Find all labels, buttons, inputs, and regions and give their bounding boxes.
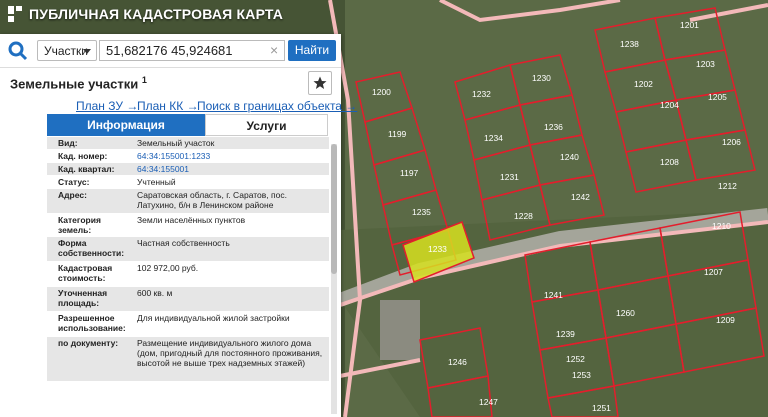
- map-logo-icon: [8, 6, 22, 22]
- chevron-down-icon: [83, 49, 91, 54]
- row-value: Размещение индивидуального жилого дома (…: [137, 338, 323, 368]
- search-input[interactable]: [99, 40, 285, 61]
- star-icon: [313, 76, 327, 89]
- favorite-button[interactable]: [308, 71, 332, 95]
- parcel-number-label: 1204: [660, 100, 679, 110]
- table-row: Адрес: Саратовская область, г. Саратов, п…: [47, 189, 329, 214]
- row-key: Форма собственности:: [58, 238, 125, 258]
- parcel-number-label: 1197: [400, 168, 419, 178]
- table-row: Кад. квартал: 64:34:155001: [47, 163, 329, 176]
- row-key: Разрешенное использование:: [58, 313, 126, 333]
- parcel-number-label: 1232: [472, 89, 491, 99]
- row-value: Саратовская область, г. Саратов, пос. Ла…: [137, 190, 287, 210]
- parcel-number-label: 1235: [412, 207, 431, 217]
- row-key: Категория земель:: [58, 215, 101, 235]
- app-title: ПУБЛИЧНАЯ КАДАСТРОВАЯ КАРТА: [29, 6, 284, 22]
- parcel-number-label: 1231: [500, 172, 519, 182]
- table-row: Кадастровая стоимость: 102 972,00 руб.: [47, 262, 329, 287]
- parcel-number-label: 1240: [560, 152, 579, 162]
- row-key: Адрес:: [58, 190, 87, 200]
- row-key: Кад. номер:: [58, 151, 108, 161]
- parcel-number-label: 1234: [484, 133, 503, 143]
- parcel-number-label: 1252: [566, 354, 585, 364]
- parcel-number-label: 1205: [708, 92, 727, 102]
- row-value: Учтенный: [137, 177, 176, 187]
- plan-zu-link[interactable]: План ЗУ →: [76, 99, 138, 113]
- parcel-number-label: 1236: [544, 122, 563, 132]
- row-key: Уточненная площадь:: [58, 288, 108, 308]
- row-key: Вид:: [58, 138, 78, 148]
- row-value[interactable]: 64:34:155001:1233: [133, 150, 329, 162]
- row-key: Кад. квартал:: [58, 164, 115, 174]
- parcel-number-label: 1260: [616, 308, 635, 318]
- parcel-number-label: 1206: [722, 137, 741, 147]
- parcel-number-label: 1239: [556, 329, 575, 339]
- scrollbar-thumb[interactable]: [331, 144, 337, 274]
- parcel-number-label: 1210: [712, 221, 731, 231]
- table-row: Кад. номер: 64:34:155001:1233: [47, 150, 329, 163]
- table-row: Статус: Учтенный: [47, 176, 329, 189]
- parcel-number-label: 1202: [634, 79, 653, 89]
- row-value: Земельный участок: [137, 138, 215, 148]
- parcel-number-label: 1209: [716, 315, 735, 325]
- table-row: Категория земель: Земли населённых пункто…: [47, 214, 329, 237]
- row-value: 600 кв. м: [137, 288, 173, 298]
- app-title-bar: ПУБЛИЧНАЯ КАДАСТРОВАЯ КАРТА: [0, 0, 283, 28]
- table-row: Уточненная площадь: 600 кв. м: [47, 287, 329, 312]
- table-row: Форма собственности: Частная собственност…: [47, 237, 329, 262]
- find-button[interactable]: Найти: [288, 40, 336, 61]
- card-heading-text: Земельные участки: [10, 76, 139, 92]
- search-type-select[interactable]: Участки: [37, 40, 97, 61]
- card-heading: Земельные участки 1: [10, 75, 147, 91]
- parcel-number-label: 1242: [571, 192, 590, 202]
- parcel-number-label: 1200: [372, 87, 391, 97]
- parcel-number-label: 1241: [544, 290, 563, 300]
- search-icon[interactable]: [6, 39, 30, 63]
- parcel-number-label: 1212: [718, 181, 737, 191]
- search-in-bounds-link[interactable]: Поиск в границах объекта →: [197, 99, 357, 113]
- parcel-number-label: 1207: [704, 267, 723, 277]
- parcel-number-label: 1247: [479, 397, 498, 407]
- row-value: Частная собственность: [137, 238, 230, 248]
- tab-info[interactable]: Информация: [47, 114, 205, 136]
- row-key: по документу:: [58, 338, 119, 348]
- parcel-number-label: 1203: [696, 59, 715, 69]
- parcel-number-label: 1230: [532, 73, 551, 83]
- row-value: 102 972,00 руб.: [137, 263, 199, 273]
- card-tabs: Информация Услуги: [47, 114, 328, 136]
- row-value: Земли населённых пунктов: [137, 215, 246, 225]
- parcel-number-label: 1208: [660, 157, 679, 167]
- parcel-number-label: 1199: [388, 129, 407, 139]
- row-value: Для индивидуальной жилой застройки: [137, 313, 290, 323]
- parcel-number-label: 1251: [592, 403, 611, 413]
- table-row: Вид: Земельный участок: [47, 137, 329, 150]
- parcel-number-label: 1246: [448, 357, 467, 367]
- row-key: Кадастровая стоимость:: [58, 263, 113, 283]
- card-heading-count: 1: [141, 75, 147, 85]
- row-value[interactable]: 64:34:155001: [133, 163, 329, 175]
- table-row: Разрешенное использование: Для индивидуал…: [47, 312, 329, 337]
- parcel-number-label: 1238: [620, 39, 639, 49]
- parcel-number-label: 1228: [514, 211, 533, 221]
- parcel-number-label: 1201: [680, 20, 699, 30]
- clear-icon[interactable]: ×: [270, 42, 278, 58]
- parcel-number-label: 1253: [572, 370, 591, 380]
- attributes-table: Вид: Земельный участок Кад. номер: 64:34:15…: [47, 137, 329, 382]
- row-key: Статус:: [58, 177, 90, 187]
- search-type-label: Участки: [44, 44, 88, 58]
- table-row: по документу: Размещение индивидуального …: [47, 337, 329, 382]
- info-panel: Участки × Найти Земельные участки 1 План…: [0, 34, 357, 417]
- search-bar: Участки × Найти: [0, 34, 341, 68]
- panel-scrollbar[interactable]: [331, 144, 337, 414]
- parcel-number-label: 1233: [428, 244, 447, 254]
- tab-services[interactable]: Услуги: [205, 114, 328, 136]
- plan-kk-link[interactable]: План КК →: [137, 99, 199, 113]
